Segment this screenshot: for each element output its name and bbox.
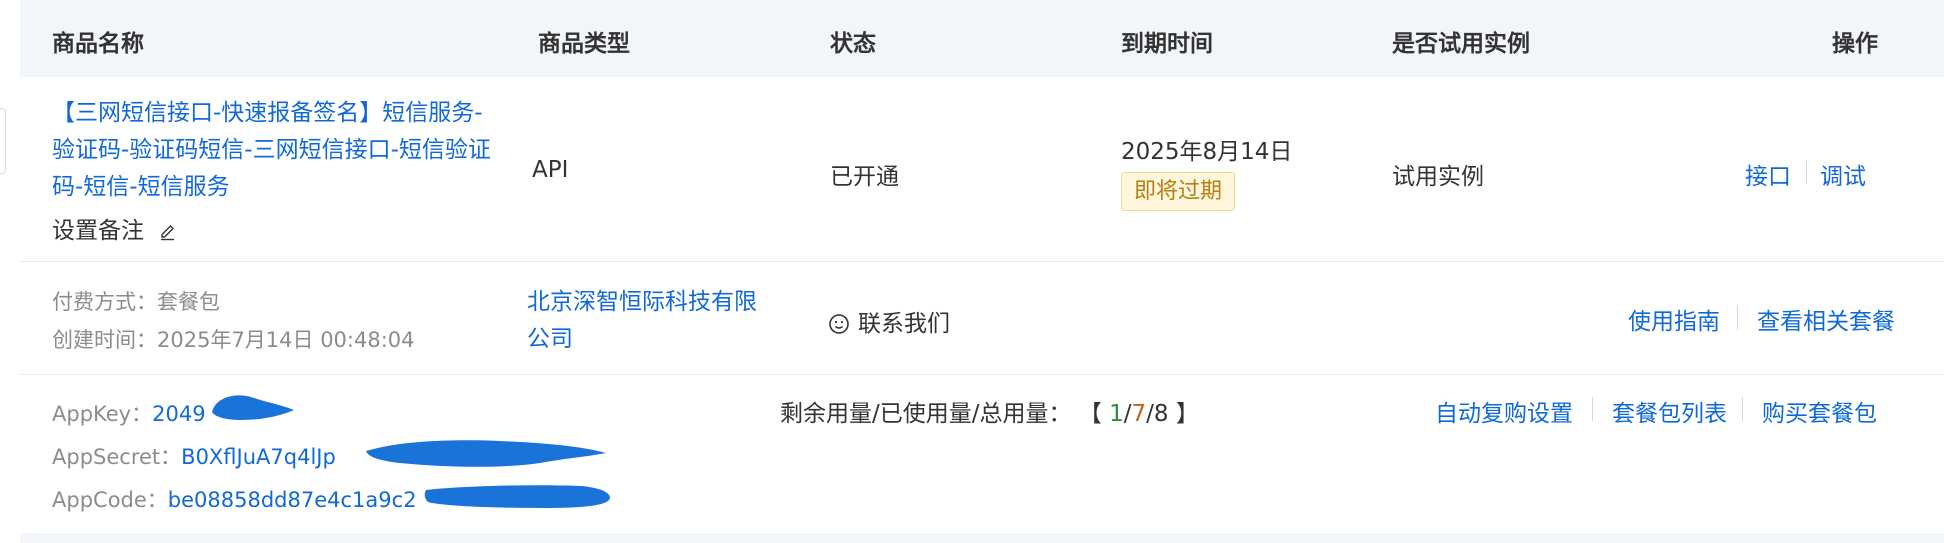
usage-slash: / <box>1146 401 1154 427</box>
status-text: 已开通 <box>830 164 899 190</box>
table-header: 商品名称 商品类型 状态 到期时间 是否试用实例 操作 <box>20 0 1944 77</box>
appkey-value[interactable]: 2049 <box>152 402 205 426</box>
remark-label: 设置备注 <box>52 218 144 244</box>
appcode-value[interactable]: be08858dd87e4c1a9c2 <box>168 488 417 512</box>
usage-bracket-open: 【 <box>1078 401 1110 427</box>
usage-total: 8 <box>1153 401 1169 427</box>
payment-value: 套餐包 <box>157 290 220 314</box>
usage-bracket-close: 】 <box>1168 401 1199 427</box>
action-separator <box>1806 160 1807 184</box>
appsecret-label: AppSecret： <box>52 445 182 469</box>
product-table: 商品名称 商品类型 状态 到期时间 是否试用实例 操作 【三网短信接口-快速报备… <box>20 0 1944 543</box>
side-panel-tab[interactable] <box>0 108 6 174</box>
header-product-type: 商品类型 <box>538 31 630 57</box>
row-divider <box>20 374 1944 375</box>
usage-summary: 剩余用量/已使用量/总用量： 【 1/7/8 】 <box>780 394 1199 428</box>
smile-face-icon <box>828 313 850 341</box>
link-separator <box>1737 305 1738 329</box>
package-list-link[interactable]: 套餐包列表 <box>1612 394 1727 428</box>
trial-instance-text: 试用实例 <box>1392 164 1484 190</box>
appsecret-item: AppSecret：B0XflJuA7q4lJp <box>52 441 336 471</box>
appkey-redaction <box>212 395 294 420</box>
created-label: 创建时间： <box>52 328 157 352</box>
pencil-icon[interactable] <box>159 221 177 247</box>
contact-us-label: 联系我们 <box>858 311 950 337</box>
related-packages-link[interactable]: 查看相关套餐 <box>1757 302 1895 336</box>
appsecret-redaction <box>366 440 606 467</box>
header-actions: 操作 <box>1832 31 1878 57</box>
table-footer-bar <box>20 533 1944 543</box>
api-link[interactable]: 接口 <box>1745 157 1791 191</box>
appsecret-value[interactable]: B0XflJuA7q4lJp <box>181 445 336 469</box>
usage-label: 剩余用量/已使用量/总用量： <box>780 401 1072 427</box>
expiring-soon-badge: 即将过期 <box>1121 172 1236 211</box>
user-guide-link[interactable]: 使用指南 <box>1628 302 1720 336</box>
appkey-item: AppKey：2049 <box>52 398 206 428</box>
product-type: API <box>532 157 569 183</box>
payment-label: 付费方式： <box>52 290 157 314</box>
buy-package-link[interactable]: 购买套餐包 <box>1762 394 1877 428</box>
created-value: 2025年7月14日 00:48:04 <box>157 328 415 352</box>
contact-us-button[interactable]: 联系我们 <box>828 304 950 341</box>
set-remark-button[interactable]: 设置备注 <box>52 211 177 247</box>
payment-method: 付费方式：套餐包 <box>52 286 220 316</box>
header-status: 状态 <box>830 31 876 57</box>
usage-slash: / <box>1123 401 1132 427</box>
appcode-item: AppCode：be08858dd87e4c1a9c2 <box>52 484 417 514</box>
provider-company-link[interactable]: 北京深智恒际科技有限公司 <box>527 284 757 358</box>
expiry-date: 2025年8月14日 <box>1121 139 1293 165</box>
row-divider <box>20 261 1944 262</box>
header-product-name: 商品名称 <box>52 31 144 57</box>
link-separator <box>1742 397 1743 421</box>
usage-remaining: 1 <box>1109 401 1124 427</box>
link-separator <box>1592 397 1593 421</box>
debug-link[interactable]: 调试 <box>1820 157 1866 191</box>
appcode-redaction <box>424 485 610 508</box>
created-time: 创建时间：2025年7月14日 00:48:04 <box>52 324 415 354</box>
usage-used: 7 <box>1131 401 1147 427</box>
auto-renew-settings-link[interactable]: 自动复购设置 <box>1435 394 1573 428</box>
product-name-link[interactable]: 【三网短信接口-快速报备签名】短信服务-验证码-验证码短信-三网短信接口-短信验… <box>52 95 492 206</box>
header-expiry: 到期时间 <box>1121 31 1213 57</box>
header-trial: 是否试用实例 <box>1392 31 1530 57</box>
appkey-label: AppKey： <box>52 402 153 426</box>
appcode-label: AppCode： <box>52 488 168 512</box>
